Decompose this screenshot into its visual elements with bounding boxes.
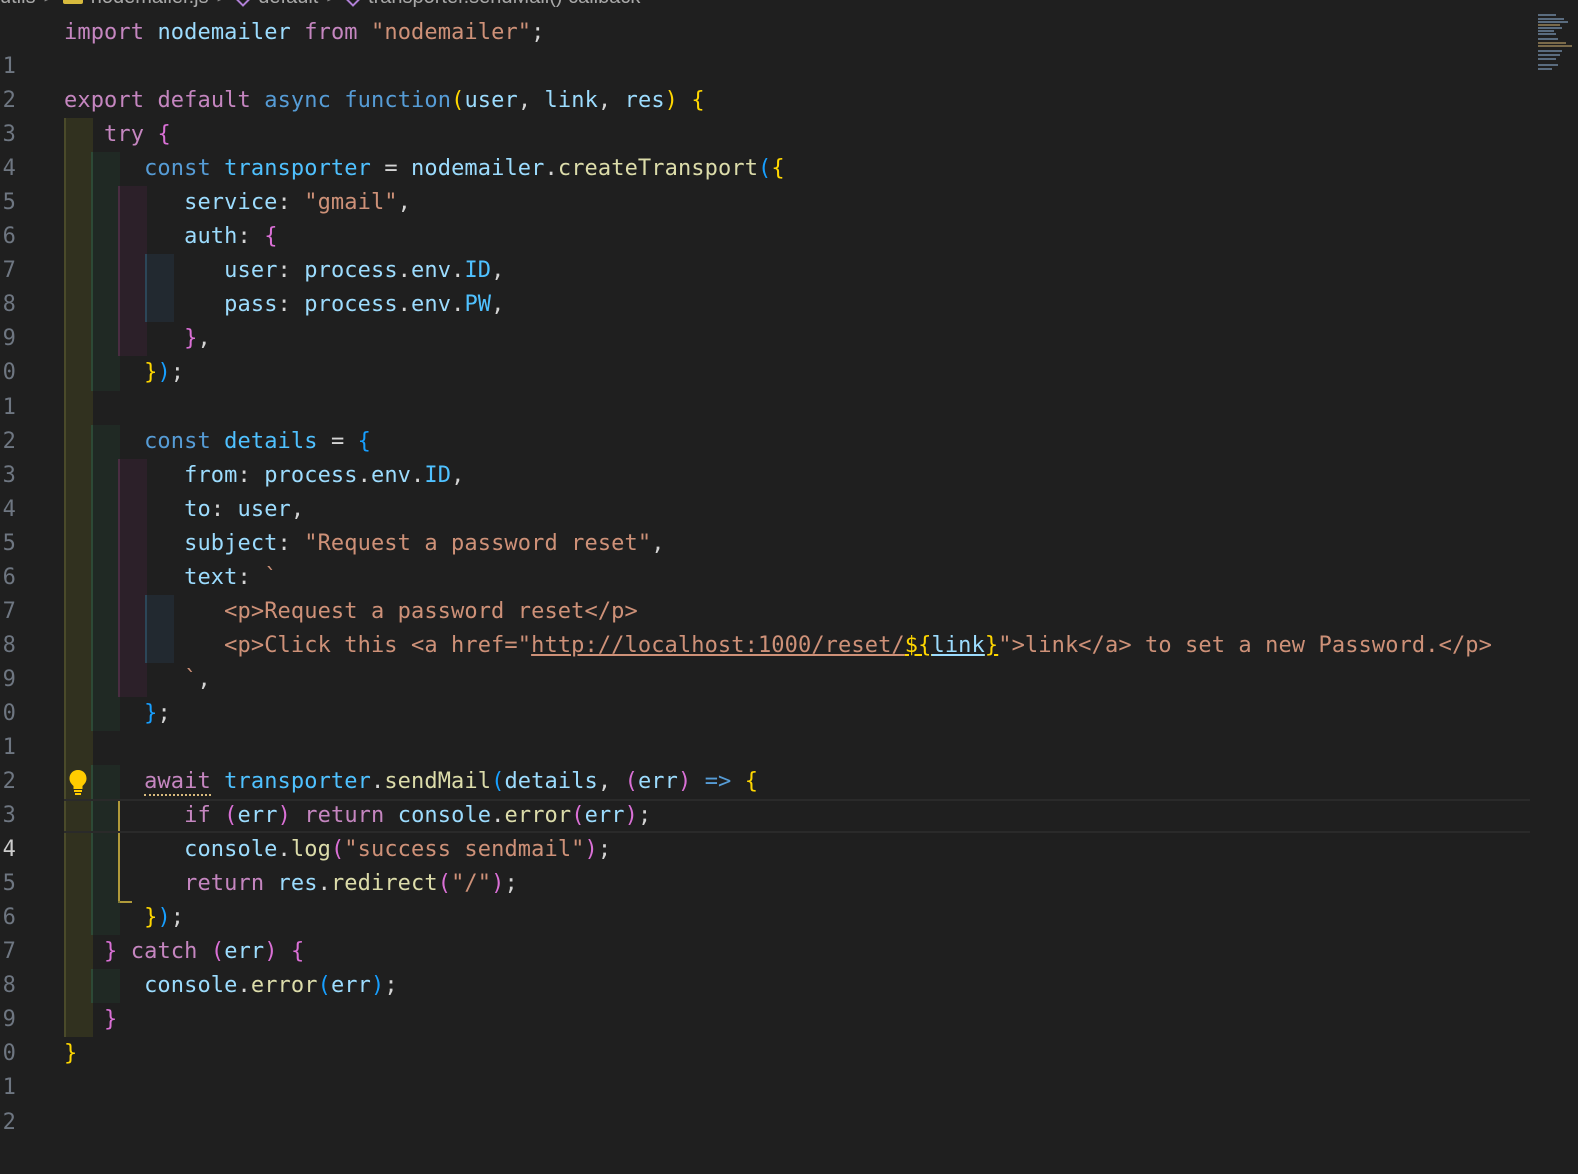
- code-text: };: [144, 700, 171, 726]
- code-line[interactable]: 6 service: "gmail",: [0, 186, 1530, 249]
- js-file-icon: JS: [63, 0, 83, 4]
- code-text: try {: [104, 122, 171, 148]
- minimap[interactable]: [1538, 12, 1572, 76]
- symbol-method-icon: [343, 0, 363, 7]
- code-text: auth: {: [184, 224, 278, 250]
- code-line[interactable]: 4 try {: [0, 118, 1530, 181]
- code-line[interactable]: 1 import nodemailer from "nodemailer";: [0, 16, 1530, 79]
- code-text: text: `: [184, 564, 278, 590]
- line-number: 2: [2, 1109, 16, 1135]
- code-text: <p>Request a password reset</p>: [224, 598, 638, 624]
- code-line[interactable]: 2: [0, 390, 1530, 454]
- code-text: export default async function(user, link…: [64, 88, 705, 114]
- breadcrumb: utils > JS nodemailer.js > default > tra…: [0, 0, 640, 8]
- code-text: `,: [184, 666, 211, 692]
- code-text: await transporter.sendMail(details, (err…: [144, 769, 759, 797]
- code-line[interactable]: 9 console.error(err);: [0, 969, 1530, 1032]
- code-text: to: user,: [184, 496, 305, 522]
- code-text: service: "gmail",: [184, 190, 412, 216]
- breadcrumb-item-file[interactable]: nodemailer.js: [91, 0, 209, 9]
- code-text: user: process.env.ID,: [224, 258, 505, 284]
- breadcrumb-separator: >: [326, 0, 338, 9]
- code-line[interactable]: 0 }: [0, 1003, 1530, 1066]
- code-line[interactable]: 6 subject: "Request a password reset",: [0, 526, 1530, 590]
- code-text: return res.redirect("/");: [184, 871, 518, 897]
- code-line[interactable]: 6 return res.redirect("/");: [0, 867, 1530, 930]
- code-line[interactable]: 7 });: [0, 901, 1530, 964]
- code-line[interactable]: 2: [0, 50, 1530, 113]
- code-line[interactable]: 5 console.log("success sendmail");: [0, 833, 1530, 896]
- indent-guide: [64, 390, 93, 425]
- code-line[interactable]: 5 const transporter = nodemailer.createT…: [0, 152, 1530, 215]
- code-line[interactable]: 5 to: user,: [0, 492, 1530, 556]
- code-line[interactable]: 0 },: [0, 322, 1530, 385]
- code-line-current[interactable]: 4 if (err) return console.error(err);: [0, 799, 1530, 862]
- code-line[interactable]: 9 <p>Click this <a href="http://localhos…: [0, 628, 1530, 692]
- breadcrumb-separator: >: [44, 0, 56, 9]
- code-line[interactable]: 3 export default async function(user, li…: [0, 84, 1530, 147]
- code-text: const details = {: [144, 428, 372, 454]
- symbol-method-icon: [233, 0, 254, 7]
- code-line[interactable]: 7 text: `: [0, 560, 1530, 624]
- code-text: } catch (err) {: [104, 939, 305, 965]
- code-line[interactable]: 1 }: [0, 1037, 1530, 1100]
- code-line[interactable]: 1 });: [0, 356, 1530, 420]
- breadcrumb-item-callback[interactable]: transporter.sendMail() callback: [368, 0, 640, 9]
- code-text: },: [184, 326, 211, 352]
- code-editor[interactable]: 1 import nodemailer from "nodemailer"; 2…: [0, 16, 1530, 1135]
- code-line[interactable]: 8 } catch (err) {: [0, 935, 1530, 998]
- code-text: console.error(err);: [144, 973, 398, 999]
- code-text: }: [104, 1007, 118, 1033]
- code-text: const transporter = nodemailer.createTra…: [144, 156, 785, 182]
- code-line[interactable]: 4 from: process.env.ID,: [0, 458, 1530, 522]
- code-text: subject: "Request a password reset",: [184, 530, 665, 556]
- breadcrumb-item-symbol[interactable]: default: [258, 0, 318, 9]
- code-text: });: [144, 360, 185, 386]
- code-text: import nodemailer from "nodemailer";: [64, 20, 545, 45]
- breadcrumb-item-folder[interactable]: utils: [0, 0, 36, 9]
- code-text: from: process.env.ID,: [184, 462, 465, 488]
- code-line[interactable]: 7 auth: {: [0, 220, 1530, 283]
- code-line[interactable]: 3 const details = {: [0, 424, 1530, 488]
- code-text: }: [64, 1041, 78, 1067]
- code-line[interactable]: 9 pass: process.env.PW,: [0, 288, 1530, 351]
- code-text: if (err) return console.error(err);: [184, 803, 652, 829]
- code-line[interactable]: 3 await transporter.sendMail(details, (e…: [0, 765, 1530, 828]
- indent-guide: [64, 730, 93, 766]
- code-text: console.log("success sendmail");: [184, 837, 612, 863]
- code-line[interactable]: 1 };: [0, 696, 1530, 760]
- code-text: <p>Click this <a href="http://localhost:…: [224, 632, 1492, 658]
- code-text: });: [144, 905, 185, 931]
- code-line[interactable]: 2: [0, 1071, 1530, 1135]
- code-line[interactable]: 8 <p>Request a password reset</p>: [0, 594, 1530, 658]
- code-text: pass: process.env.PW,: [224, 292, 505, 318]
- code-line[interactable]: 8 user: process.env.ID,: [0, 254, 1530, 317]
- code-line[interactable]: 0 `,: [0, 662, 1530, 726]
- code-line[interactable]: 2: [0, 730, 1530, 794]
- breadcrumb-separator: >: [217, 0, 229, 9]
